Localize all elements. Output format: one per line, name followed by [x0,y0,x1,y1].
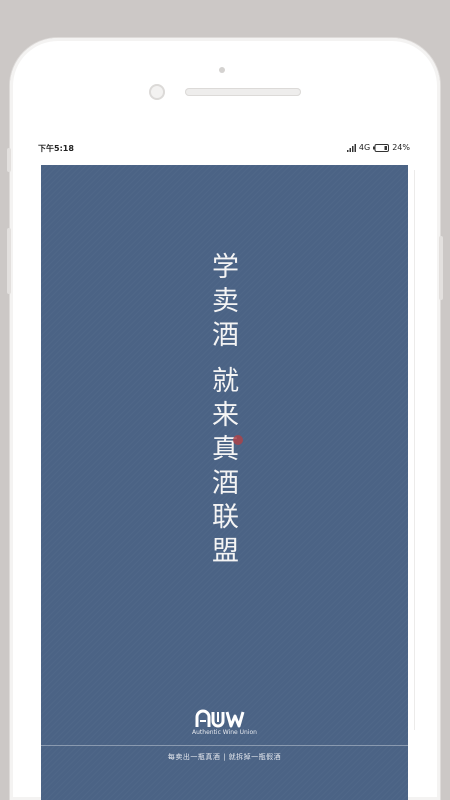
tagline: 每卖出一瓶真酒 | 就拆掉一瓶假酒 [167,753,282,761]
seal-icon [233,435,243,445]
status-bar: 下午5:18 4G 24% [30,140,420,158]
divider [41,745,408,746]
battery-icon [373,143,390,152]
slogan-line-2: 就来真酒联盟 [207,366,238,570]
logo-subtitle: Authentic Wine Union [192,729,257,736]
earpiece-speaker [185,88,301,96]
volume-button-bottom [7,228,11,294]
slogan-line-1: 学卖酒 [207,252,238,354]
scroll-track [414,170,415,730]
network-type: 4G [358,143,371,152]
signal-icon [346,143,356,152]
status-indicators: 4G 24% [346,143,410,152]
battery-percent: 24% [392,143,410,152]
volume-button-top [7,148,11,172]
power-button [439,236,443,300]
status-time: 下午5:18 [38,144,74,153]
sensor-dot [219,67,225,73]
front-camera [149,84,165,100]
awu-logo [195,709,245,728]
